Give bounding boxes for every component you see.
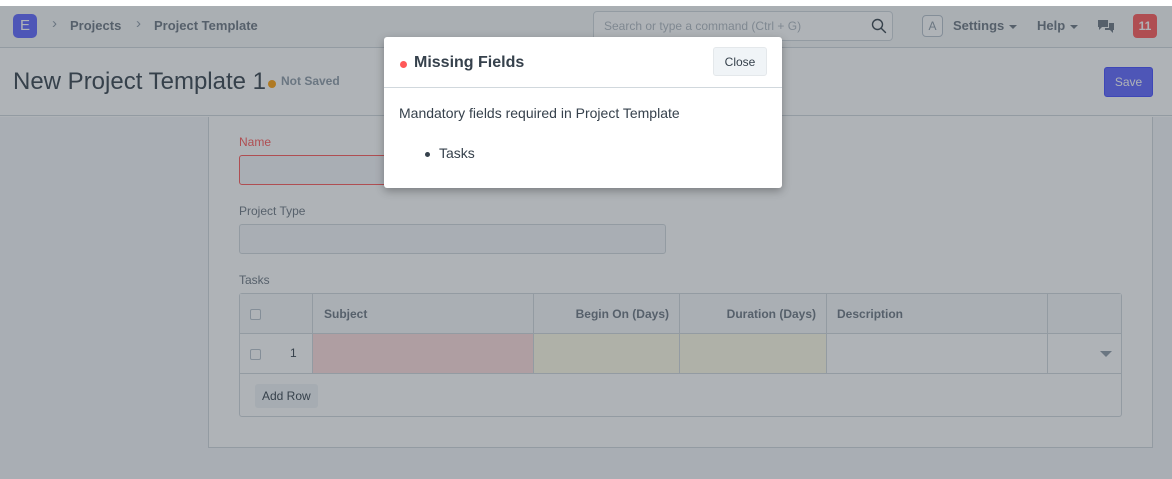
modal-header: Missing Fields Close <box>384 37 782 88</box>
missing-fields-dialog: Missing Fields Close Mandatory fields re… <box>384 37 782 188</box>
error-indicator-dot <box>400 61 407 68</box>
missing-fields-list: Tasks <box>425 145 475 161</box>
modal-message: Mandatory fields required in Project Tem… <box>399 105 680 121</box>
list-item: Tasks <box>425 145 475 161</box>
close-button[interactable]: Close <box>713 47 767 76</box>
modal-title: Missing Fields <box>414 54 525 71</box>
